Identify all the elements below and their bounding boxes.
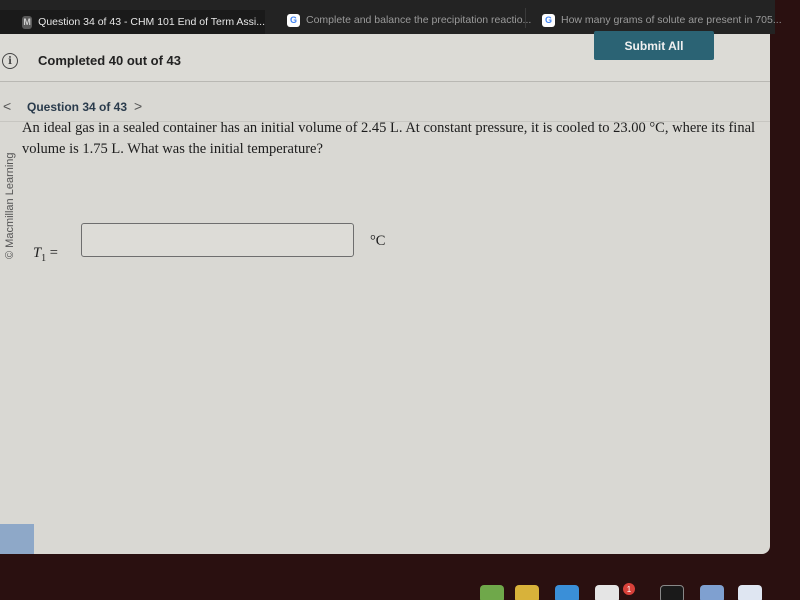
dock-app-icon[interactable] xyxy=(660,585,684,600)
tab-grams-solute[interactable]: G How many grams of solute are present i… xyxy=(520,6,782,34)
unit-label: °C xyxy=(370,233,386,249)
question-number[interactable]: Question 34 of 43 xyxy=(27,100,127,114)
info-icon[interactable]: i xyxy=(2,53,18,69)
google-favicon-icon: G xyxy=(542,13,555,27)
sidebar-highlight xyxy=(0,524,34,554)
tab-precipitation[interactable]: G Complete and balance the precipitation… xyxy=(265,6,531,34)
equals-sign: = xyxy=(46,245,58,261)
chevron-left-icon[interactable]: < xyxy=(3,98,11,114)
dock-app-icon[interactable] xyxy=(738,585,762,600)
dock-app-icon[interactable] xyxy=(515,585,539,600)
macmillan-favicon-icon: M xyxy=(22,15,33,29)
assignment-page: i Completed 40 out of 43 Submit All < Qu… xyxy=(0,31,770,554)
dock-app-icon[interactable] xyxy=(555,585,579,600)
question-text: An ideal gas in a sealed container has a… xyxy=(22,120,756,157)
dock-app-icon[interactable] xyxy=(595,585,619,600)
chevron-right-icon[interactable]: > xyxy=(134,98,142,114)
tab-label: Complete and balance the precipitation r… xyxy=(306,14,532,26)
status-bar: i Completed 40 out of 43 Submit All xyxy=(0,31,770,82)
macmillan-watermark: © Macmillan Learning xyxy=(4,152,16,259)
variable-t: T xyxy=(33,245,42,261)
initial-temperature-input[interactable] xyxy=(81,223,354,257)
tab-label: Question 34 of 43 - CHM 101 End of Term … xyxy=(38,16,265,28)
notification-badge: 1 xyxy=(623,583,635,595)
completion-status: Completed 40 out of 43 xyxy=(38,53,182,68)
browser-tab-bar: M Question 34 of 43 - CHM 101 End of Ter… xyxy=(0,0,782,34)
tab-question-34[interactable]: M Question 34 of 43 - CHM 101 End of Ter… xyxy=(0,10,265,34)
dock-app-icon[interactable] xyxy=(480,585,504,600)
google-favicon-icon: G xyxy=(287,13,300,27)
dock-app-icon[interactable] xyxy=(700,585,724,600)
answer-label: T1 = xyxy=(33,245,58,264)
submit-all-button[interactable]: Submit All xyxy=(594,31,714,60)
tab-label: How many grams of solute are present in … xyxy=(561,14,782,26)
